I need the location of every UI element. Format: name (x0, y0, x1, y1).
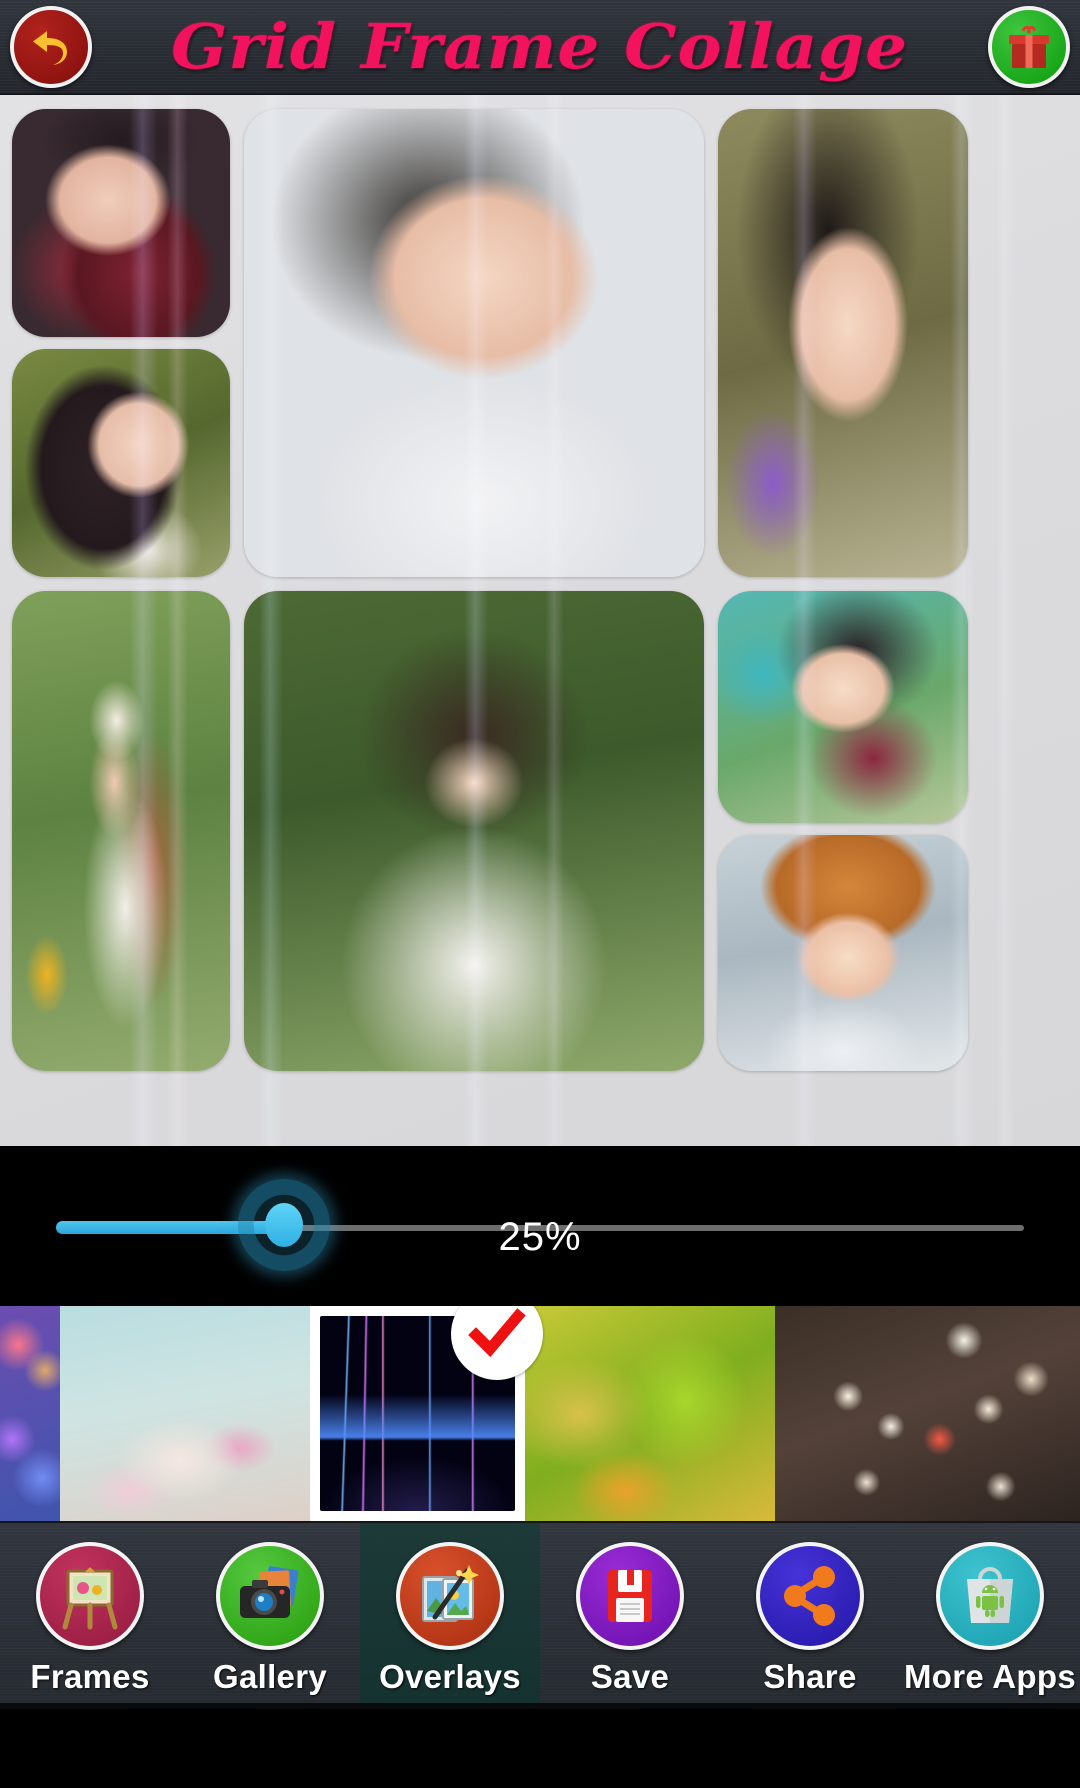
collage-cell-1[interactable] (12, 109, 230, 337)
thumb-image (525, 1306, 775, 1521)
cell-photo (718, 109, 968, 577)
toolbar-item-more-apps[interactable]: More Apps (900, 1523, 1080, 1709)
cell-photo (244, 109, 704, 577)
toolbar-label-save: Save (590, 1658, 670, 1695)
navigation-bar-pad (0, 1703, 1080, 1709)
opacity-value-label: 25% (498, 1215, 582, 1259)
thumb-image (775, 1306, 1080, 1521)
thumb-image (60, 1306, 310, 1521)
cell-photo (244, 591, 704, 1071)
overlay-thumb-purple-bokeh[interactable] (0, 1306, 60, 1521)
back-arrow-icon (33, 31, 67, 65)
toolbar-item-share[interactable]: Share (720, 1523, 900, 1709)
collage-cell-8[interactable] (718, 835, 968, 1071)
collage-canvas[interactable] (0, 95, 1080, 1146)
gift-button[interactable] (988, 6, 1070, 88)
toolbar-item-gallery[interactable]: Gallery (180, 1523, 360, 1709)
cell-photo (718, 591, 968, 823)
cell-photo (718, 835, 968, 1071)
magic-wand-photo-icon (396, 1542, 504, 1650)
overlay-thumb-fireworks-selected[interactable] (310, 1306, 543, 1521)
thumb-image (0, 1306, 60, 1521)
page-title: Grid Frame Collage (171, 10, 909, 83)
overlay-thumb-magnolia-flower[interactable] (60, 1306, 310, 1521)
cell-photo (12, 109, 230, 337)
overlay-thumbnail-strip[interactable] (0, 1306, 1080, 1521)
collage-cell-7[interactable] (718, 591, 968, 823)
collage-cell-3[interactable] (244, 109, 704, 577)
collage-grid (12, 109, 1068, 1132)
toolbar-label-gallery: Gallery (212, 1658, 327, 1695)
toolbar-item-save[interactable]: Save (540, 1523, 720, 1709)
toolbar-label-more-apps: More Apps (904, 1658, 1076, 1695)
collage-cell-2[interactable] (12, 349, 230, 577)
shopping-bag-android-icon (936, 1542, 1044, 1650)
toolbar-label-overlays: Overlays (379, 1658, 521, 1695)
check-icon (468, 1308, 526, 1358)
back-button[interactable] (10, 6, 92, 88)
share-nodes-icon (756, 1542, 864, 1650)
bottom-toolbar: Frames Gallery Overlays Save Share More … (0, 1521, 1080, 1709)
camera-photos-icon (216, 1542, 324, 1650)
gift-box-icon (1009, 25, 1049, 68)
toolbar-label-share: Share (763, 1658, 857, 1695)
collage-cell-5[interactable] (12, 591, 230, 1071)
toolbar-label-frames: Frames (30, 1658, 150, 1695)
cell-photo (12, 591, 230, 1071)
overlay-thumb-green-swirl[interactable] (525, 1306, 775, 1521)
overlay-thumb-heart-bokeh[interactable] (775, 1306, 1080, 1521)
cell-photo (12, 349, 230, 577)
floppy-disk-icon (576, 1542, 684, 1650)
app-header: Grid Frame Collage (0, 0, 1080, 95)
easel-painting-icon (36, 1542, 144, 1650)
toolbar-item-overlays[interactable]: Overlays (360, 1523, 540, 1709)
toolbar-item-frames[interactable]: Frames (0, 1523, 180, 1709)
collage-cell-4[interactable] (718, 109, 968, 577)
collage-cell-6[interactable] (244, 591, 704, 1071)
